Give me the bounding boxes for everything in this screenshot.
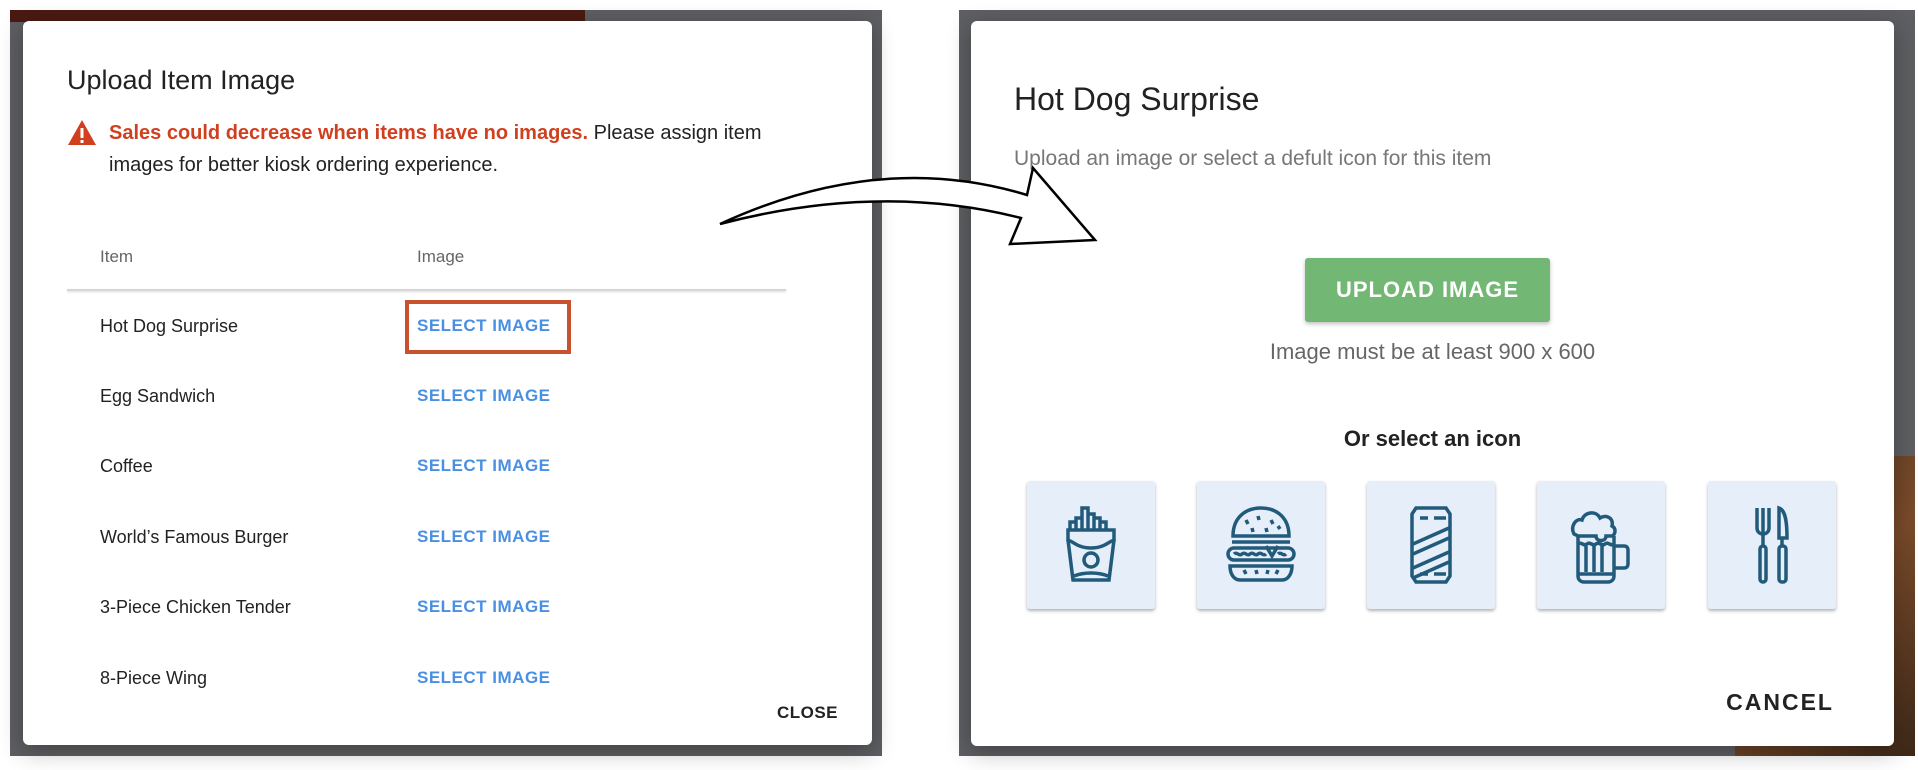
flow-arrow-icon — [719, 165, 1098, 246]
